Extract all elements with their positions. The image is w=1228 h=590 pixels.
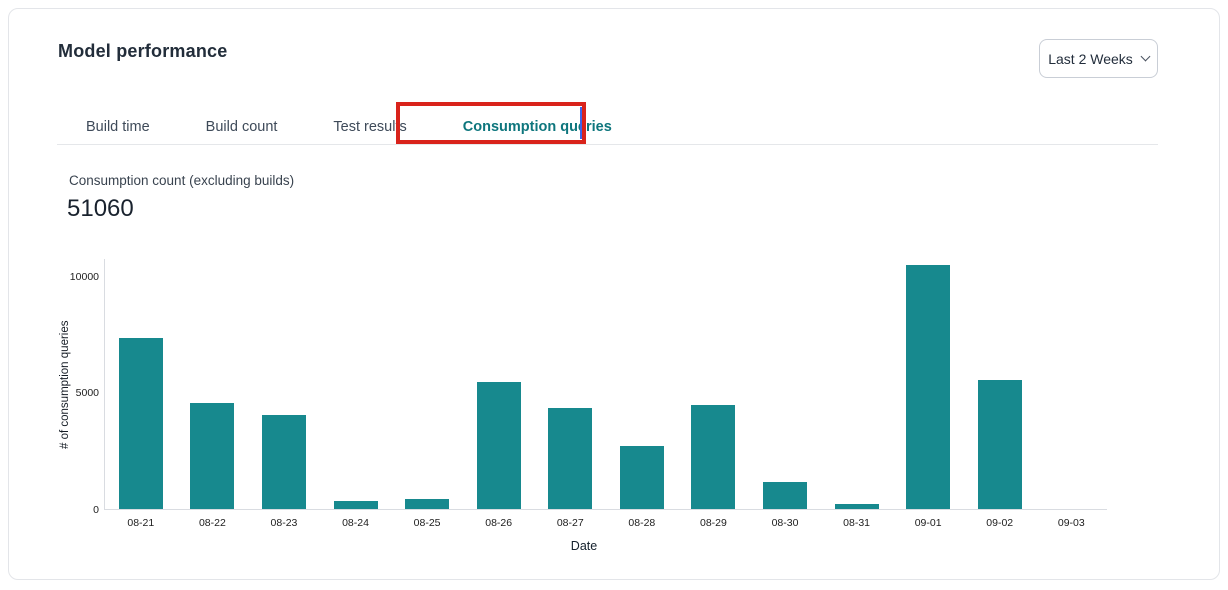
- date-range-dropdown[interactable]: Last 2 Weeks: [1039, 39, 1158, 78]
- bar-slot-08-27: 08-27: [534, 259, 606, 509]
- bar-slot-08-25: 08-25: [391, 259, 463, 509]
- bar-08-26[interactable]: [477, 382, 521, 509]
- tab-test-results[interactable]: Test results: [305, 110, 434, 144]
- bar-slot-09-03: 09-03: [1036, 259, 1108, 509]
- bar-08-21[interactable]: [119, 338, 163, 509]
- bar-08-27[interactable]: [548, 408, 592, 509]
- metric-value: 51060: [67, 195, 134, 223]
- bar-slot-08-21: 08-21: [105, 259, 177, 509]
- bar-slot-08-23: 08-23: [248, 259, 320, 509]
- bar-08-29[interactable]: [691, 405, 735, 509]
- bar-slot-09-01: 09-01: [892, 259, 964, 509]
- bar-08-25[interactable]: [405, 499, 449, 509]
- bar-slot-08-29: 08-29: [678, 259, 750, 509]
- bar-08-31[interactable]: [835, 504, 879, 509]
- bar-slot-08-26: 08-26: [463, 259, 535, 509]
- bar-slot-08-24: 08-24: [320, 259, 392, 509]
- y-tick-label-10000: 10000: [70, 270, 99, 284]
- x-axis-title: Date: [104, 539, 1064, 553]
- bar-09-01[interactable]: [906, 265, 950, 509]
- bar-slot-08-31: 08-31: [821, 259, 893, 509]
- bar-slot-08-22: 08-22: [177, 259, 249, 509]
- tab-consumption-queries[interactable]: Consumption queries: [435, 110, 640, 144]
- bar-08-30[interactable]: [763, 482, 807, 509]
- bar-slot-08-28: 08-28: [606, 259, 678, 509]
- metric-label: Consumption count (excluding builds): [69, 173, 294, 188]
- bar-08-23[interactable]: [262, 415, 306, 509]
- chart-plot: 08-2108-2208-2308-2408-2508-2608-2708-28…: [104, 259, 1107, 510]
- bar-08-24[interactable]: [334, 501, 378, 509]
- y-tick-label-0: 0: [93, 503, 99, 517]
- bar-08-28[interactable]: [620, 446, 664, 509]
- bar-08-22[interactable]: [190, 403, 234, 509]
- bar-slot-08-30: 08-30: [749, 259, 821, 509]
- tab-divider: [57, 144, 1158, 145]
- tab-build-count[interactable]: Build count: [178, 110, 306, 144]
- y-tick-label-5000: 5000: [76, 386, 99, 400]
- bar-09-02[interactable]: [978, 380, 1022, 509]
- model-performance-card: Model performance Last 2 Weeks Build tim…: [8, 8, 1220, 580]
- x-tick-label-09-03: 09-03: [1026, 517, 1118, 529]
- tab-bar: Build timeBuild countTest resultsConsump…: [58, 110, 640, 144]
- bar-slot-09-02: 09-02: [964, 259, 1036, 509]
- y-axis-ticks: 0500010000: [47, 259, 99, 510]
- chevron-down-icon: [1140, 52, 1150, 62]
- page-title: Model performance: [58, 41, 227, 62]
- date-range-label: Last 2 Weeks: [1048, 51, 1133, 67]
- tab-build-time[interactable]: Build time: [58, 110, 178, 144]
